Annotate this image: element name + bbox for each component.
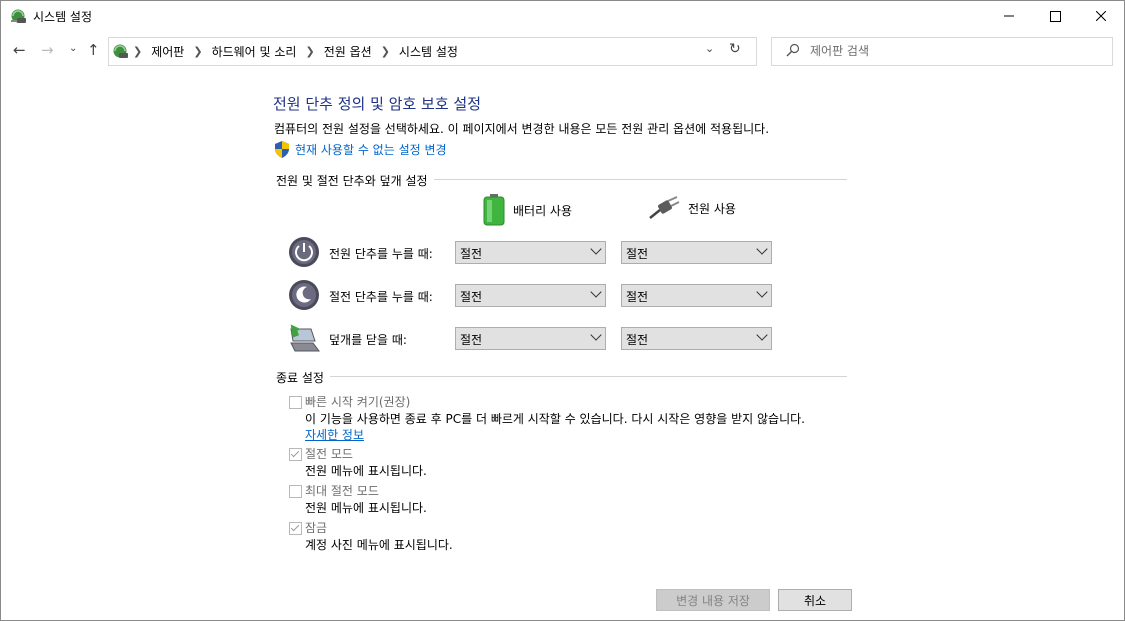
close-button[interactable] [1078, 1, 1124, 31]
shutdown-section-title: 종료 설정 [276, 369, 330, 386]
lid-close-battery-select[interactable]: 절전 [455, 327, 606, 350]
selected-value: 절전 [460, 247, 483, 261]
battery-label: 배터리 사용 [513, 203, 573, 218]
chevron-down-icon [590, 286, 602, 298]
page-description: 컴퓨터의 전원 설정을 선택하세요. 이 페이지에서 변경한 내용은 모든 전원… [274, 122, 770, 136]
save-changes-button[interactable]: 변경 내용 저장 [656, 589, 770, 611]
cancel-button[interactable]: 취소 [778, 589, 852, 611]
battery-icon [483, 194, 505, 226]
chevron-right-icon[interactable]: ❯ [193, 45, 202, 58]
chevron-down-icon [756, 243, 768, 255]
change-unavailable-settings-link[interactable]: 현재 사용할 수 없는 설정 변경 [295, 141, 447, 158]
page-title: 전원 단추 정의 및 암호 보호 설정 [273, 95, 482, 113]
navigation-bar: ← → ⌄ ↑ ❯ 제어판 ❯ 하드웨어 및 소리 ❯ 전원 옵션 ❯ 시스템 … [1, 35, 1124, 67]
forward-arrow-icon[interactable]: → [41, 41, 54, 59]
chevron-right-icon[interactable]: ❯ [381, 45, 390, 58]
breadcrumb-power-options[interactable]: 전원 옵션 [324, 43, 372, 60]
up-arrow-icon[interactable]: ↑ [87, 41, 100, 59]
breadcrumb-system-settings[interactable]: 시스템 설정 [399, 43, 458, 60]
fast-startup-description: 이 기능을 사용하면 종료 후 PC를 더 빠르게 시작할 수 있습니다. 다시… [305, 412, 805, 426]
chevron-down-icon [590, 329, 602, 341]
search-box[interactable] [771, 37, 1113, 66]
sleep-description: 전원 메뉴에 표시됩니다. [305, 464, 427, 478]
power-button-icon [289, 237, 319, 267]
refresh-icon[interactable]: ↻ [729, 41, 741, 57]
title-bar: 시스템 설정 [1, 1, 1124, 31]
power-section-title: 전원 및 절전 단추와 덮개 설정 [276, 172, 434, 189]
power-options-icon [11, 9, 26, 23]
maximize-icon [1049, 10, 1061, 22]
address-bar[interactable]: ❯ 제어판 ❯ 하드웨어 및 소리 ❯ 전원 옵션 ❯ 시스템 설정 ⌄ [108, 37, 757, 66]
chevron-down-icon [756, 329, 768, 341]
hibernate-description: 전원 메뉴에 표시됩니다. [305, 501, 427, 515]
minimize-button[interactable] [986, 1, 1032, 31]
sleep-button-row: 절전 단추를 누를 때: 절전 절전 [287, 278, 787, 312]
selected-value: 절전 [460, 333, 483, 347]
back-arrow-icon[interactable]: ← [13, 41, 26, 59]
window: 시스템 설정 ← → ⌄ ↑ ❯ 제어판 ❯ 하드웨어 및 소리 ❯ 전원 옵션… [0, 0, 1125, 621]
sleep-button-plugged-select[interactable]: 절전 [621, 284, 772, 307]
sleep-button-label: 절전 단추를 누를 때: [329, 290, 433, 304]
lock-checkbox[interactable] [289, 522, 302, 535]
lid-close-plugged-select[interactable]: 절전 [621, 327, 772, 350]
minimize-icon [1004, 15, 1014, 17]
selected-value: 절전 [460, 290, 483, 304]
sleep-label: 절전 모드 [305, 447, 353, 461]
lid-close-label: 덮개를 닫을 때: [329, 333, 407, 347]
sleep-checkbox[interactable] [289, 448, 302, 461]
lid-close-row: 덮개를 닫을 때: 절전 절전 [287, 321, 787, 355]
breadcrumb-hardware-sound[interactable]: 하드웨어 및 소리 [212, 43, 297, 60]
uac-shield-icon [275, 141, 289, 158]
maximize-button[interactable] [1032, 1, 1078, 31]
selected-value: 절전 [626, 247, 649, 261]
battery-column-header: 배터리 사용 [483, 194, 572, 226]
selected-value: 절전 [626, 290, 649, 304]
lock-label: 잠금 [305, 521, 328, 535]
fast-startup-checkbox[interactable] [289, 396, 302, 409]
power-button-label: 전원 단추를 누를 때: [329, 247, 433, 261]
hibernate-label: 최대 절전 모드 [305, 484, 379, 498]
window-title: 시스템 설정 [33, 10, 93, 24]
recent-locations-chevron-icon[interactable]: ⌄ [69, 43, 77, 54]
breadcrumb: ❯ 제어판 ❯ 하드웨어 및 소리 ❯ 전원 옵션 ❯ 시스템 설정 [133, 43, 458, 60]
sleep-button-icon [289, 280, 319, 310]
power-button-plugged-select[interactable]: 절전 [621, 241, 772, 264]
chevron-right-icon[interactable]: ❯ [133, 45, 142, 58]
search-icon [786, 43, 800, 57]
close-icon [1096, 11, 1106, 21]
section-divider [276, 376, 847, 377]
sleep-button-battery-select[interactable]: 절전 [455, 284, 606, 307]
chevron-down-icon [590, 243, 602, 255]
selected-value: 절전 [626, 333, 649, 347]
plugged-in-label: 전원 사용 [688, 201, 736, 216]
chevron-down-icon [756, 286, 768, 298]
change-settings-link-group: 현재 사용할 수 없는 설정 변경 [274, 141, 447, 158]
lock-description: 계정 사진 메뉴에 표시됩니다. [305, 538, 453, 552]
hibernate-checkbox[interactable] [289, 485, 302, 498]
control-panel-icon [113, 44, 128, 58]
laptop-lid-icon [290, 324, 320, 352]
breadcrumb-control-panel[interactable]: 제어판 [151, 43, 184, 60]
address-dropdown-chevron-icon[interactable]: ⌄ [705, 42, 714, 55]
power-plug-icon [649, 196, 680, 219]
chevron-right-icon[interactable]: ❯ [305, 45, 314, 58]
plugged-in-column-header: 전원 사용 [648, 196, 736, 220]
power-button-battery-select[interactable]: 절전 [455, 241, 606, 264]
more-info-link[interactable]: 자세한 정보 [305, 426, 364, 443]
power-button-row: 전원 단추를 누를 때: 절전 절전 [287, 235, 787, 269]
fast-startup-label: 빠른 시작 켜기(권장) [305, 395, 411, 409]
search-input[interactable] [810, 41, 1090, 61]
